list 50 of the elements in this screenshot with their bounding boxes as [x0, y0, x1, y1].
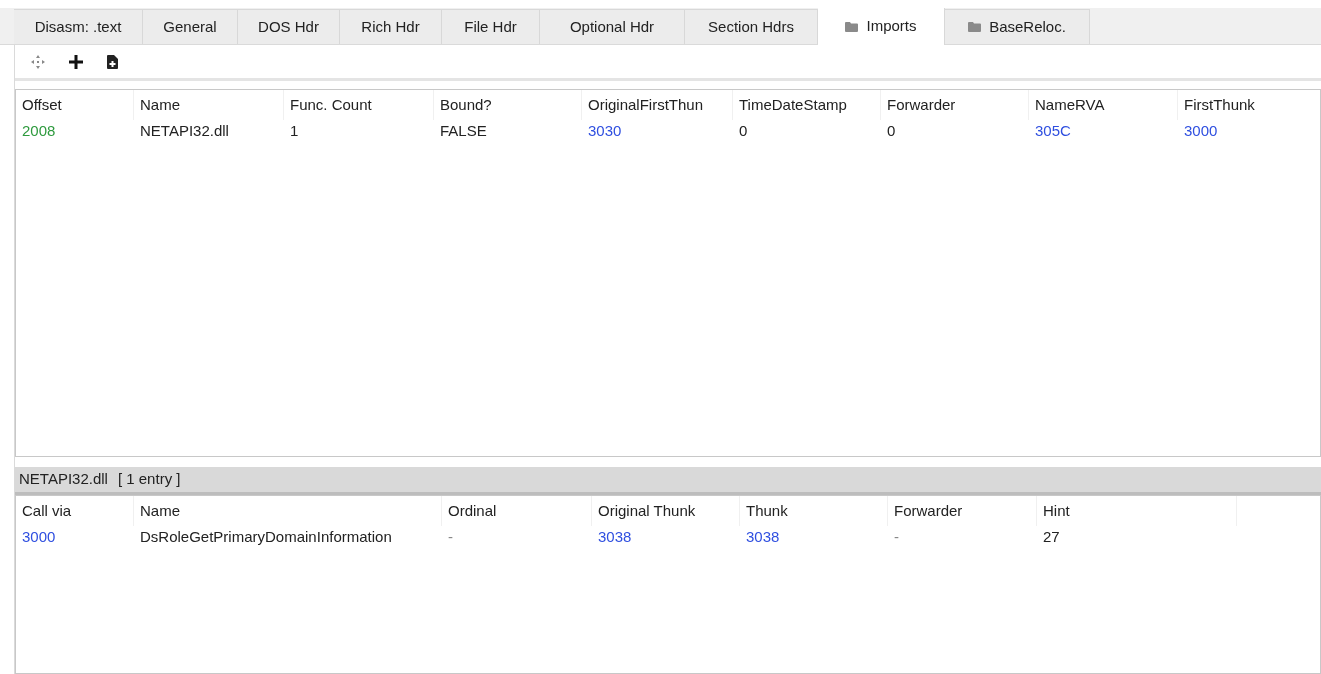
table-cell-text: 27 [1042, 526, 1061, 547]
column-header[interactable]: Thunk [740, 496, 888, 526]
table-cell-text: 0 [738, 120, 749, 141]
column-header[interactable]: Ordinal [442, 496, 592, 526]
move-icon[interactable] [31, 54, 45, 69]
table-cell-text: DsRoleGetPrimaryDomainInformation [139, 526, 393, 547]
plus-icon[interactable] [69, 54, 83, 69]
tab[interactable]: Section Hdrs [685, 9, 818, 44]
column-header[interactable]: Original Thunk [592, 496, 740, 526]
table-cell-text: 1 [289, 120, 300, 141]
column-header[interactable]: Name [134, 496, 442, 526]
column-header[interactable]: Offset [16, 90, 134, 120]
tab[interactable]: DOS Hdr [238, 9, 340, 44]
column-header[interactable]: FirstThunk [1178, 90, 1321, 120]
table-cell-text: - [893, 526, 900, 547]
column-header[interactable]: Bound? [434, 90, 582, 120]
entry-count: [ 1 entry ] [117, 469, 181, 490]
table-cell-text: - [447, 526, 454, 547]
tab[interactable]: File Hdr [442, 9, 540, 44]
add-file-icon[interactable] [107, 54, 118, 69]
table-row[interactable]: 3000 DsRoleGetPrimaryDomainInformation - 3038 3038 - 27 [16, 526, 1320, 548]
tab[interactable]: Rich Hdr [340, 9, 442, 44]
tab[interactable]: Optional Hdr [540, 9, 685, 44]
table-cell-text: 305C [1034, 120, 1072, 141]
column-header[interactable]: TimeDateStamp [733, 90, 881, 120]
table-cell-text: 3038 [745, 526, 781, 547]
table-cell-text: 3038 [597, 526, 633, 547]
folder-icon [968, 22, 982, 32]
tab[interactable]: Imports [818, 8, 945, 45]
table-row[interactable]: 2008 NETAPI32.dll 1 FALSE 3030 0 0 305C 3000 [16, 120, 1320, 142]
table-cell-text: 2008 [21, 120, 57, 141]
dll-name: NETAPI32.dll [19, 469, 108, 490]
column-header[interactable]: Hint [1037, 496, 1237, 526]
tab[interactable]: Disasm: .text [14, 9, 143, 44]
table-cell-text: NETAPI32.dll [139, 120, 230, 141]
table-cell-text: 3000 [21, 526, 57, 547]
tab[interactable]: BaseReloc. [945, 9, 1090, 44]
column-header[interactable]: OriginalFirstThun [582, 90, 733, 120]
column-header[interactable]: Forwarder [888, 496, 1037, 526]
column-header[interactable]: Name [134, 90, 284, 120]
table-cell-text: 3030 [587, 120, 623, 141]
table-cell-text: FALSE [439, 120, 488, 141]
tab[interactable]: General [143, 9, 238, 44]
column-header[interactable]: Func. Count [284, 90, 434, 120]
table-cell-text: 3000 [1183, 120, 1219, 141]
column-header[interactable]: NameRVA [1029, 90, 1178, 120]
table-cell-text: 0 [886, 120, 897, 141]
column-header[interactable]: Call via [16, 496, 134, 526]
column-header[interactable]: Forwarder [881, 90, 1029, 120]
folder-icon [845, 21, 859, 32]
